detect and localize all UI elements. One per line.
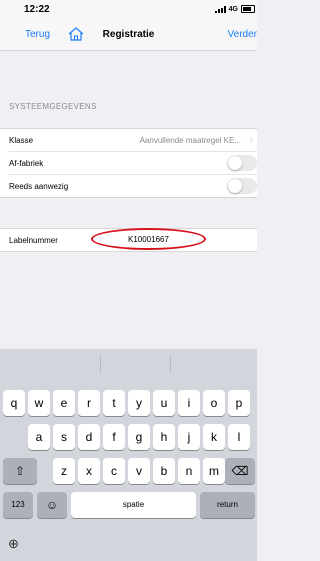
chevron-right-icon: ›: [249, 134, 253, 145]
key-c[interactable]: c: [103, 458, 125, 484]
globe-icon[interactable]: ⊕: [8, 536, 19, 552]
key-u[interactable]: u: [153, 390, 175, 416]
annotation-circle: [91, 228, 206, 250]
key-d[interactable]: d: [78, 424, 100, 450]
key-n[interactable]: n: [178, 458, 200, 484]
key-k[interactable]: k: [203, 424, 225, 450]
status-bar: 12:22 4G: [0, 0, 257, 22]
key-a[interactable]: a: [28, 424, 50, 450]
row-af-fabriek: Af-fabriek: [9, 152, 257, 175]
return-key[interactable]: return: [200, 492, 255, 518]
numbers-key[interactable]: 123: [3, 492, 33, 518]
key-r[interactable]: r: [78, 390, 100, 416]
status-time: 12:22: [24, 4, 50, 15]
key-s[interactable]: s: [53, 424, 75, 450]
key-i[interactable]: i: [178, 390, 200, 416]
emoji-key[interactable]: ☺: [37, 492, 67, 518]
key-h[interactable]: h: [153, 424, 175, 450]
backspace-icon: ⌫: [231, 464, 249, 478]
key-b[interactable]: b: [153, 458, 175, 484]
row-value: Aanvullende maatregel KE...: [139, 136, 241, 145]
key-g[interactable]: g: [128, 424, 150, 450]
key-y[interactable]: y: [128, 390, 150, 416]
key-m[interactable]: m: [203, 458, 225, 484]
row-label: Reeds aanwezig: [9, 182, 69, 191]
reeds-aanwezig-toggle[interactable]: [227, 178, 257, 194]
shift-icon: ⇧: [14, 464, 26, 478]
next-button[interactable]: Verder: [228, 29, 257, 40]
settings-group: Klasse Aanvullende maatregel KE... › Af-…: [0, 128, 257, 198]
key-w[interactable]: w: [28, 390, 50, 416]
key-q[interactable]: q: [3, 390, 25, 416]
row-reeds-aanwezig: Reeds aanwezig: [9, 175, 257, 197]
row-label: Labelnummer: [9, 236, 58, 245]
shift-key[interactable]: ⇧: [3, 458, 37, 484]
backspace-key[interactable]: ⌫: [225, 458, 255, 484]
network-type: 4G: [228, 5, 238, 13]
page-title: Registratie: [102, 29, 155, 40]
key-v[interactable]: v: [128, 458, 150, 484]
navigation-bar: Terug Registratie Verder: [0, 22, 257, 51]
key-p[interactable]: p: [228, 390, 250, 416]
row-label: Klasse: [9, 136, 34, 145]
battery-icon: [241, 5, 255, 13]
key-l[interactable]: l: [228, 424, 250, 450]
section-header: SYSTEEMGEGEVENS: [9, 102, 97, 111]
space-key[interactable]: spatie: [71, 492, 196, 518]
emoji-icon: ☺: [45, 498, 59, 512]
suggestion-bar: [0, 349, 257, 379]
keyboard: q w e r t y u i o p a s d f g h j k l ⇧ …: [0, 349, 257, 561]
key-z[interactable]: z: [53, 458, 75, 484]
key-x[interactable]: x: [78, 458, 100, 484]
status-indicators: 4G: [214, 5, 255, 13]
af-fabriek-toggle[interactable]: [227, 155, 257, 171]
key-f[interactable]: f: [103, 424, 125, 450]
key-o[interactable]: o: [203, 390, 225, 416]
row-label: Af-fabriek: [9, 159, 44, 168]
key-t[interactable]: t: [103, 390, 125, 416]
signal-icon: [214, 5, 226, 13]
key-e[interactable]: e: [53, 390, 75, 416]
key-j[interactable]: j: [178, 424, 200, 450]
row-klasse[interactable]: Klasse Aanvullende maatregel KE... ›: [9, 129, 257, 152]
